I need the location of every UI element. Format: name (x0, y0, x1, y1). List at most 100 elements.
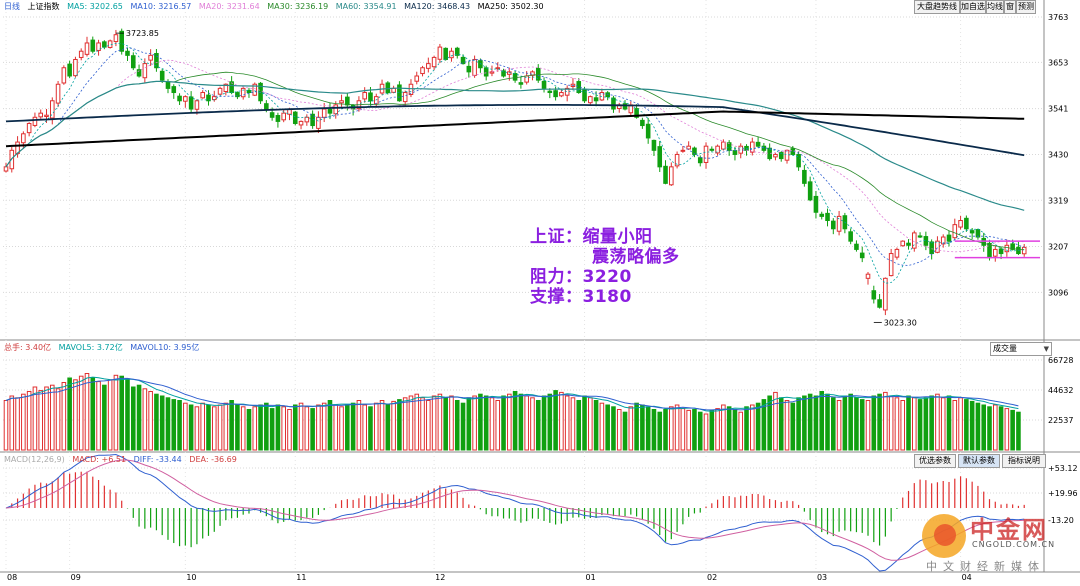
volume-bar (836, 400, 842, 451)
candle-body (877, 299, 882, 308)
price-tick-label: 3653 (1048, 58, 1068, 67)
candle-body (102, 41, 107, 48)
candle-body (964, 217, 969, 230)
volume-bar (692, 409, 697, 451)
volume-bar (802, 395, 807, 451)
indicator-dropdown[interactable]: 成交量 ▼ (990, 342, 1052, 356)
volume-bar (605, 404, 610, 451)
candle-body (969, 230, 975, 234)
default-params-button[interactable]: 默认参数 (958, 454, 1000, 468)
volume-bar (518, 393, 524, 451)
candle-body (813, 195, 819, 213)
candle-body (923, 236, 929, 246)
volume-bar (200, 402, 205, 451)
volume-bar (73, 379, 78, 451)
volume-bar (773, 391, 778, 451)
volume-bar (964, 399, 969, 451)
candle-body (316, 116, 321, 129)
volume-bar (269, 408, 275, 451)
candle-body (142, 63, 148, 79)
diff-value-label: DIFF: -33.44 (133, 455, 182, 464)
macd-value-label: MACD: +6.51 (72, 455, 127, 464)
volume-bar (998, 406, 1004, 451)
volume-bar (576, 400, 582, 451)
volume-bar (640, 404, 645, 451)
volume-bar (246, 409, 252, 451)
volume-bar (287, 409, 292, 451)
volume-bar (217, 404, 223, 451)
window-button[interactable]: 窗 (1004, 0, 1016, 14)
price-tick-label: 3319 (1048, 196, 1068, 205)
volume-bar (848, 393, 853, 451)
volume-bar (1010, 409, 1015, 451)
volume-bar (935, 393, 940, 451)
volume-bar (750, 404, 755, 451)
volume-bar (559, 391, 564, 451)
volume-bar (715, 408, 720, 451)
volume-bar (15, 397, 20, 451)
volume-bar (362, 404, 367, 451)
volume-bar (356, 400, 362, 451)
volume-bar (871, 395, 877, 451)
volume-bar (553, 390, 558, 451)
macd-params-label: MACD(12,26,9) (4, 455, 65, 464)
x-tick-label: 01 (586, 573, 596, 582)
candle-body (333, 104, 339, 115)
preferred-params-button[interactable]: 优选参数 (914, 454, 956, 468)
volume-bar (414, 393, 420, 451)
candle-body (894, 248, 900, 258)
volume-bar (958, 397, 963, 451)
candle-body (188, 96, 194, 110)
volume-bar (732, 409, 738, 451)
forecast-button[interactable]: 预测 (1016, 0, 1036, 14)
candle-body (345, 96, 350, 106)
price-tick-label: 3207 (1048, 243, 1068, 252)
volume-bar (478, 393, 483, 451)
candle-body (917, 235, 923, 238)
candle-body (264, 103, 269, 110)
volume-bar (188, 404, 194, 451)
candle-body (495, 67, 501, 70)
volume-bar (107, 379, 113, 451)
macd-header: MACD(12,26,9) MACD: +6.51 DIFF: -33.44 D… (4, 455, 242, 464)
candle-body (472, 58, 477, 76)
volume-bar (310, 408, 315, 451)
volume-bar (686, 409, 691, 451)
volume-bar (807, 393, 813, 451)
mavol5-label: MAVOL5: 3.72亿 (58, 343, 123, 352)
candle-body (385, 82, 391, 94)
volume-bar (264, 402, 269, 451)
candle-body (26, 122, 32, 134)
ma250-line (5, 110, 1025, 148)
volume-bar (426, 400, 431, 451)
macd-tick-label: +19.96 (1048, 489, 1078, 498)
add-watchlist-button[interactable]: 加自选 (960, 0, 986, 14)
candle-body (825, 212, 830, 222)
volume-bar (923, 397, 929, 451)
x-tick-label: 02 (707, 573, 717, 582)
candle-body (773, 153, 778, 158)
trend-line-button[interactable]: 大盘趋势线 (914, 0, 960, 14)
volume-bar (32, 386, 38, 451)
volume-bar (969, 400, 975, 451)
ma-button[interactable]: 均线 (986, 0, 1004, 14)
volume-bar (767, 395, 772, 451)
volume-bar (669, 406, 674, 451)
candle-body (588, 96, 593, 104)
candle-body (680, 149, 686, 152)
candle-body (802, 169, 807, 184)
ma250-label: MA250: 3502.30 (477, 2, 544, 11)
volume-bar (420, 397, 425, 451)
volume-bar (466, 397, 472, 451)
x-tick-label: 10 (186, 573, 196, 582)
candle-body (165, 81, 171, 89)
candle-body (32, 116, 38, 126)
indicator-help-button[interactable]: 指标说明 (1002, 454, 1046, 468)
volume-bar (391, 400, 396, 451)
volume-bar (327, 400, 333, 451)
extreme-label: 3023.30 (884, 318, 917, 327)
volume-bar (611, 406, 616, 451)
x-tick-label: 12 (435, 573, 445, 582)
volume-bar (292, 404, 298, 451)
candle-body (3, 166, 9, 172)
